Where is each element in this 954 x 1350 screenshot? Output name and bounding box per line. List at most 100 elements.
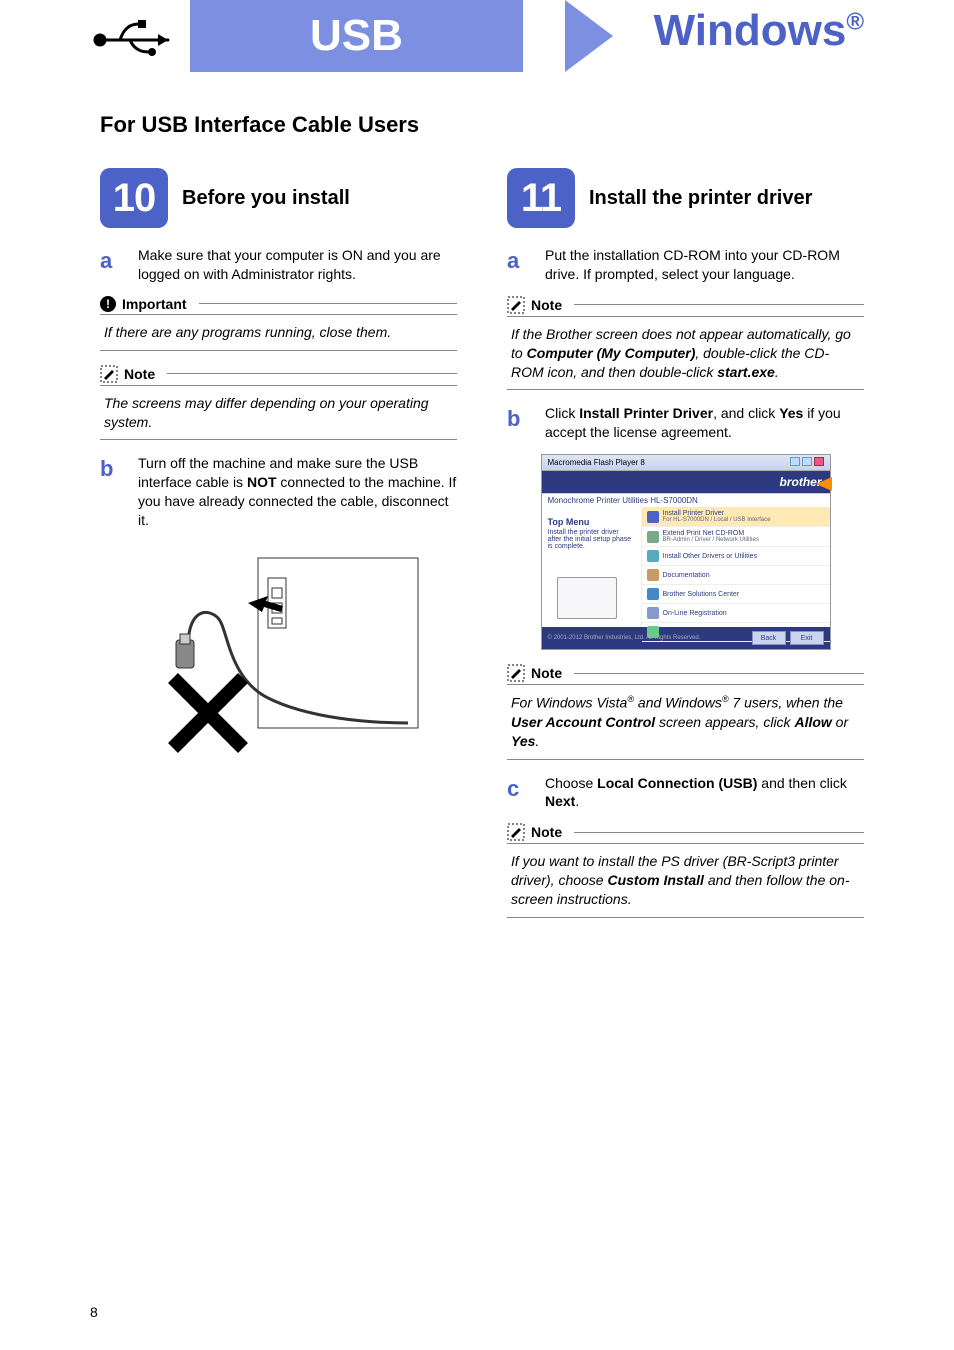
step-10-title: Before you install xyxy=(182,187,350,210)
step-10-a-text: Make sure that your computer is ON and y… xyxy=(138,246,457,284)
note-callout-left: Note The screens may differ depending on… xyxy=(100,365,457,441)
step-10-header: 10 Before you install xyxy=(100,168,457,228)
ss-window-title: Macromedia Flash Player 8 xyxy=(548,458,645,467)
step-10-b-text: Turn off the machine and make sure the U… xyxy=(138,454,457,530)
ss-i5: On-Line Registration xyxy=(663,610,727,617)
note-callout-r1: Note If the Brother screen does not appe… xyxy=(507,296,864,391)
pencil-icon xyxy=(100,365,118,383)
step-11-a: a Put the installation CD-ROM into your … xyxy=(507,246,864,284)
substep-letter-b-r: b xyxy=(507,404,531,442)
ss-i0-t: Install Printer Driver xyxy=(663,510,771,517)
page-number: 8 xyxy=(90,1304,98,1320)
n2-t4: screen appears, click xyxy=(655,714,794,730)
c-t1: Choose xyxy=(545,775,597,791)
c-t2: and then click xyxy=(757,775,847,791)
note-body-r2: For Windows Vista® and Windows® 7 users,… xyxy=(507,685,864,759)
substep-letter-a: a xyxy=(100,246,124,284)
step-11-a-text: Put the installation CD-ROM into your CD… xyxy=(545,246,864,284)
ss-exit-button: Exit xyxy=(790,631,824,645)
b-r-b2: Yes xyxy=(779,405,803,421)
note-label-left: Note xyxy=(124,366,155,382)
step-11-b: b Click Install Printer Driver, and clic… xyxy=(507,404,864,442)
page-title: For USB Interface Cable Users xyxy=(100,112,954,138)
ss-i3: Documentation xyxy=(663,572,710,579)
tools-icon xyxy=(647,531,659,543)
b-r-t2: , and click xyxy=(713,405,779,421)
ss-item-register: On-Line Registration xyxy=(642,604,830,623)
header-arrow xyxy=(565,0,635,72)
ss-i1-t: Extend Print Net CD-ROM xyxy=(663,530,759,537)
substep-letter-c-r: c xyxy=(507,774,531,812)
ss-titlebar: Macromedia Flash Player 8 xyxy=(542,455,830,471)
register-icon xyxy=(647,607,659,619)
pencil-icon xyxy=(507,823,525,841)
usb-header-block: USB xyxy=(190,0,523,72)
cd-icon xyxy=(647,511,659,523)
step-badge-11: 11 xyxy=(507,168,575,228)
ss-back-button: Back xyxy=(752,631,786,645)
n1-b1: Computer (My Computer) xyxy=(527,345,696,361)
usb-icon xyxy=(90,10,180,60)
ss-item-docs: Documentation xyxy=(642,566,830,585)
n3-b1: Custom Install xyxy=(607,872,703,888)
c-t3: . xyxy=(575,793,579,809)
right-column: 11 Install the printer driver a Put the … xyxy=(507,168,864,932)
note-callout-r3: Note If you want to install the PS drive… xyxy=(507,823,864,918)
os-label: Windows® xyxy=(654,6,864,56)
step-10-b: b Turn off the machine and make sure the… xyxy=(100,454,457,530)
important-icon: ! xyxy=(100,296,116,312)
ss-i0-s: For HL-S7000DN / Local / USB Interface xyxy=(663,517,771,523)
c-b1: Local Connection (USB) xyxy=(597,775,757,791)
doc-icon xyxy=(647,569,659,581)
b-r-b1: Install Printer Driver xyxy=(579,405,713,421)
note-callout-r2: Note For Windows Vista® and Windows® 7 u… xyxy=(507,664,864,759)
ss-item-extend: Extend Print Net CD-ROMBR-Admin / Driver… xyxy=(642,527,830,547)
n2-t3: 7 users, when the xyxy=(729,695,843,711)
step-11-header: 11 Install the printer driver xyxy=(507,168,864,228)
note-label-r1: Note xyxy=(531,297,562,313)
n2-t6: . xyxy=(535,733,539,749)
b-r-t1: Click xyxy=(545,405,579,421)
n2-t2: and Windows xyxy=(634,695,722,711)
ss-top-menu: Top Menu xyxy=(548,517,635,527)
substep-letter-b: b xyxy=(100,454,124,530)
ss-item-install-driver: Install Printer DriverFor HL-S7000DN / L… xyxy=(642,507,830,527)
step-10-a: a Make sure that your computer is ON and… xyxy=(100,246,457,284)
page-header: USB Windows® xyxy=(0,0,954,72)
step-11-b-text: Click Install Printer Driver, and click … xyxy=(545,404,864,442)
ss-i4: Brother Solutions Center xyxy=(663,591,740,598)
pencil-icon xyxy=(507,664,525,682)
driver-icon xyxy=(647,550,659,562)
ss-brand-bar: brother xyxy=(542,471,830,493)
ss-left-text: Install the printer driver after the ini… xyxy=(548,529,635,550)
important-label: Important xyxy=(122,296,187,312)
note-body-r3: If you want to install the PS driver (BR… xyxy=(507,844,864,918)
n2-t1: For Windows Vista xyxy=(511,695,627,711)
ss-item-other: Install Other Drivers or Utilities xyxy=(642,547,830,566)
ss-left-panel: Top Menu Install the printer driver afte… xyxy=(542,507,642,627)
ss-pointer-arrow xyxy=(816,477,832,491)
note-label-r3: Note xyxy=(531,824,562,840)
step-11-c: c Choose Local Connection (USB) and then… xyxy=(507,774,864,812)
n2-t5: or xyxy=(832,714,848,730)
note-body-left: The screens may differ depending on your… xyxy=(100,386,457,441)
note-body-r1: If the Brother screen does not appear au… xyxy=(507,317,864,391)
content-columns: 10 Before you install a Make sure that y… xyxy=(0,168,954,932)
left-column: 10 Before you install a Make sure that y… xyxy=(100,168,457,932)
b-text-not: NOT xyxy=(247,474,277,490)
pencil-icon xyxy=(507,296,525,314)
n2-b3: Yes xyxy=(511,733,535,749)
os-label-text: Windows xyxy=(654,6,847,55)
ss-info-line: Monochrome Printer Utilities HL-S7000DN xyxy=(542,493,830,507)
ss-i1-s: BR-Admin / Driver / Network Utilities xyxy=(663,537,759,543)
n2-b1: User Account Control xyxy=(511,714,655,730)
ss-i2: Install Other Drivers or Utilities xyxy=(663,553,758,560)
note-label-r2: Note xyxy=(531,665,562,681)
installer-screenshot: Macromedia Flash Player 8 brother Monoch… xyxy=(541,454,831,650)
ss-printer-thumbnail xyxy=(557,577,617,619)
step-11-c-text: Choose Local Connection (USB) and then c… xyxy=(545,774,864,812)
substep-letter-a-r: a xyxy=(507,246,531,284)
n1-b2: start.exe xyxy=(717,364,775,380)
important-body: If there are any programs running, close… xyxy=(100,315,457,351)
ss-body: Top Menu Install the printer driver afte… xyxy=(542,507,830,627)
